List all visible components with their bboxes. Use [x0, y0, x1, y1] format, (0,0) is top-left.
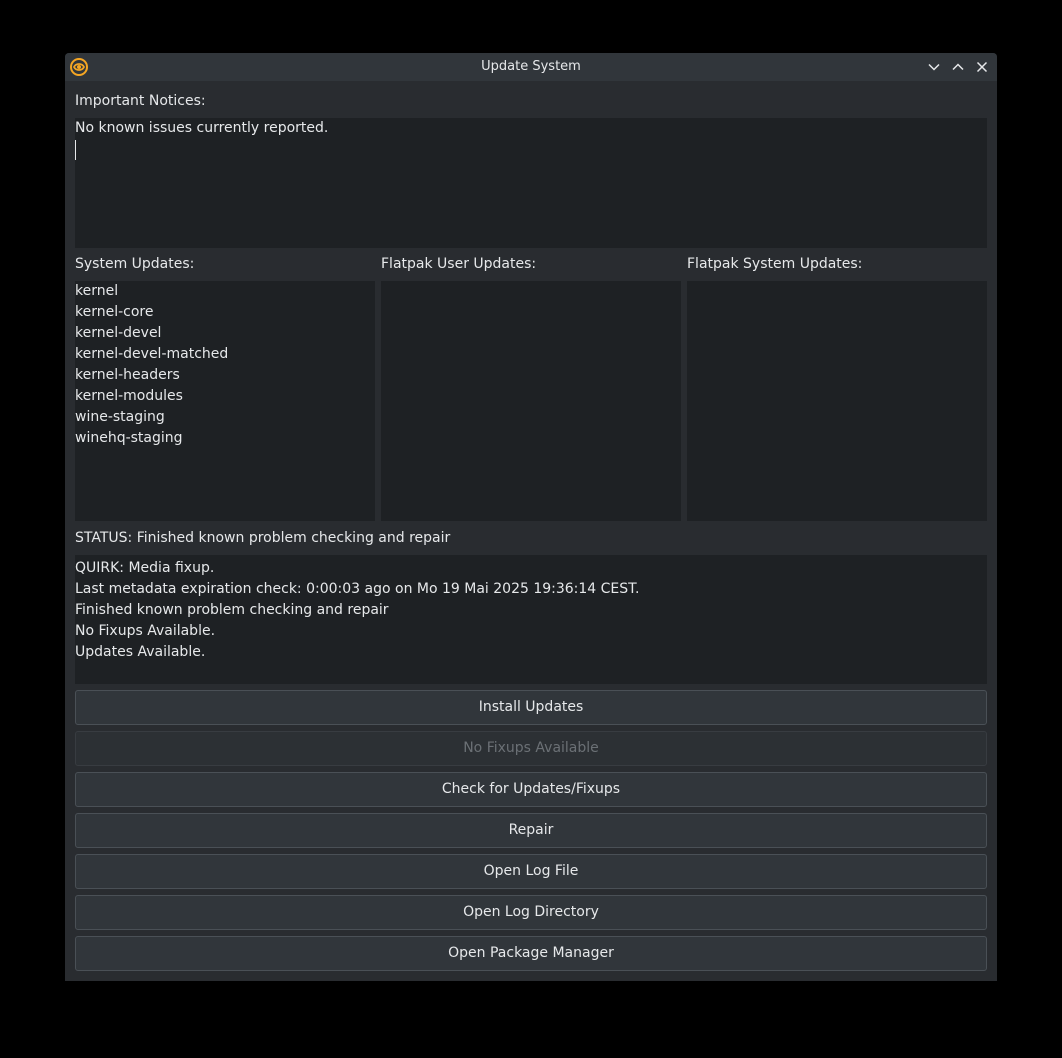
log-line: Finished known problem checking and repa…	[75, 602, 389, 618]
log-line: Updates Available.	[75, 644, 206, 660]
list-item[interactable]: kernel-modules	[75, 386, 375, 407]
list-item[interactable]: kernel-headers	[75, 365, 375, 386]
status-log[interactable]: QUIRK: Media fixup. Last metadata expira…	[75, 555, 987, 684]
repair-button[interactable]: Repair	[75, 813, 987, 848]
notices-textbox[interactable]: No known issues currently reported.	[75, 118, 987, 248]
update-system-window: Update System Important Notices: No know…	[65, 53, 997, 981]
notices-label: Important Notices:	[75, 93, 206, 109]
text-cursor	[75, 140, 76, 160]
titlebar[interactable]: Update System	[65, 53, 997, 81]
maximize-icon[interactable]	[949, 58, 967, 76]
log-line: QUIRK: Media fixup.	[75, 560, 215, 576]
list-item[interactable]: winehq-staging	[75, 428, 375, 449]
log-line: Last metadata expiration check: 0:00:03 …	[75, 581, 640, 597]
open-package-manager-button[interactable]: Open Package Manager	[75, 936, 987, 971]
flatpak-system-updates-list[interactable]	[687, 281, 987, 521]
flatpak-system-updates-label: Flatpak System Updates:	[687, 256, 863, 272]
system-updates-list[interactable]: kernel kernel-core kernel-devel kernel-d…	[75, 281, 375, 521]
close-icon[interactable]	[973, 58, 991, 76]
notices-text: No known issues currently reported.	[75, 120, 329, 136]
log-line: No Fixups Available.	[75, 623, 216, 639]
list-item[interactable]: kernel-devel-matched	[75, 344, 375, 365]
list-item[interactable]: kernel	[75, 281, 375, 302]
list-item[interactable]: kernel-core	[75, 302, 375, 323]
apply-fixups-button: No Fixups Available	[75, 731, 987, 766]
minimize-icon[interactable]	[925, 58, 943, 76]
system-updates-label: System Updates:	[75, 256, 195, 272]
status-label: STATUS: Finished known problem checking …	[75, 530, 451, 546]
flatpak-user-updates-list[interactable]	[381, 281, 681, 521]
open-log-directory-button[interactable]: Open Log Directory	[75, 895, 987, 930]
list-item[interactable]: kernel-devel	[75, 323, 375, 344]
open-log-file-button[interactable]: Open Log File	[75, 854, 987, 889]
window-title: Update System	[481, 59, 581, 74]
check-updates-button[interactable]: Check for Updates/Fixups	[75, 772, 987, 807]
flatpak-user-updates-label: Flatpak User Updates:	[381, 256, 537, 272]
list-item[interactable]: wine-staging	[75, 407, 375, 428]
install-updates-button[interactable]: Install Updates	[75, 690, 987, 725]
